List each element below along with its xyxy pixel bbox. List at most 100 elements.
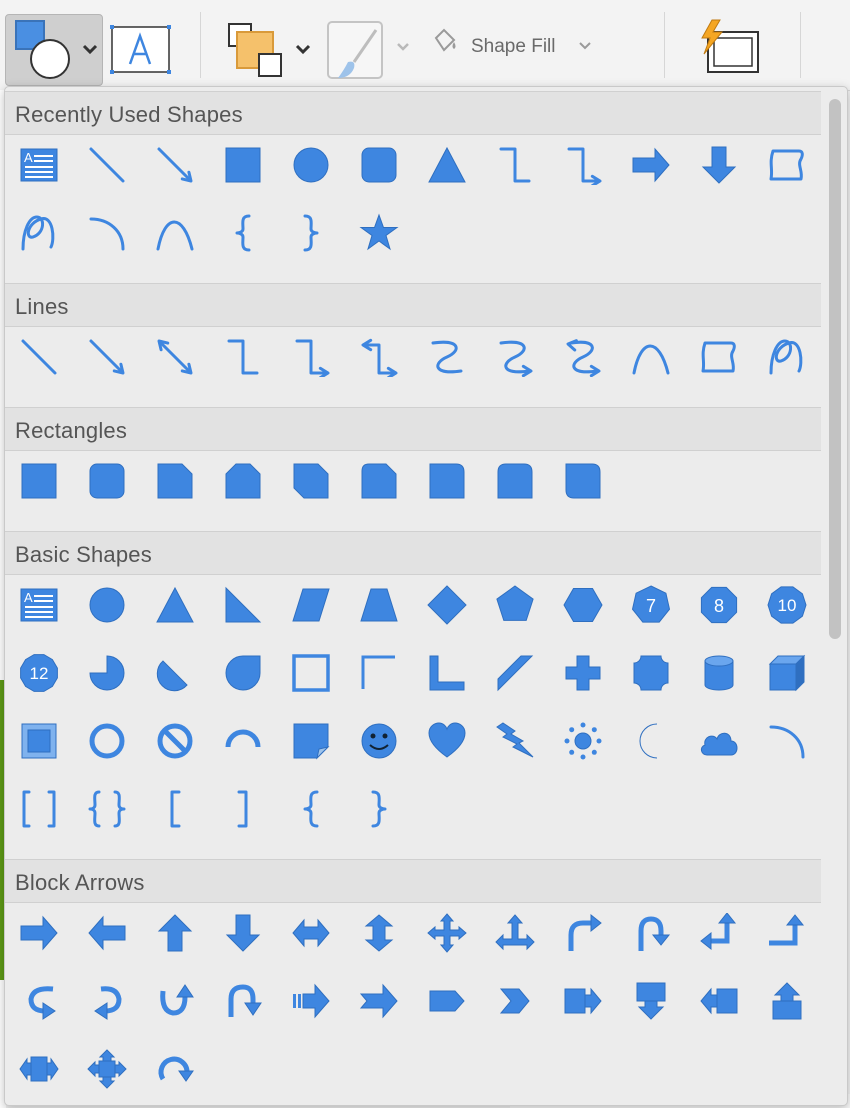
shape-text-box[interactable]: A — [19, 145, 59, 190]
shape-heptagon[interactable]: 7 — [631, 585, 671, 630]
shape-trapezoid[interactable] — [359, 585, 399, 630]
scrollbar-thumb[interactable] — [829, 99, 841, 639]
shape-curve[interactable] — [155, 213, 195, 258]
shape-chord[interactable] — [155, 653, 195, 698]
shape-cross[interactable] — [563, 653, 603, 698]
shape-down-arrow[interactable] — [223, 913, 263, 958]
shape-elbow-arrow-connector[interactable] — [291, 337, 331, 382]
shape-u-turn-arrow[interactable] — [631, 913, 671, 958]
shape-pentagon[interactable] — [495, 585, 535, 630]
shape-up-down-arrow[interactable] — [359, 913, 399, 958]
shape-triangle[interactable] — [155, 585, 195, 630]
shape-bevel[interactable] — [19, 721, 59, 766]
shape-up-arrow[interactable] — [155, 913, 195, 958]
shape-heart[interactable] — [427, 721, 467, 766]
shape-pentagon-arrow[interactable] — [427, 981, 467, 1026]
shape-plaque[interactable] — [631, 653, 671, 698]
shape-no-symbol[interactable] — [155, 721, 195, 766]
scrollbar[interactable] — [825, 93, 843, 1099]
text-box-button[interactable] — [110, 24, 172, 74]
shape-donut[interactable] — [87, 721, 127, 766]
shape-left-up-arrow[interactable] — [699, 912, 739, 958]
arrange-button[interactable] — [225, 20, 315, 80]
shape-snip-diagonal-corner-rectangle[interactable] — [291, 461, 331, 506]
shape-frame[interactable] — [291, 653, 331, 698]
shape-double-bracket[interactable] — [19, 789, 59, 834]
shape-oval[interactable] — [87, 585, 127, 630]
shape-notched-right-arrow[interactable] — [359, 981, 399, 1026]
shape-freeform[interactable] — [699, 337, 739, 382]
shape-quad-arrow-callout[interactable] — [87, 1049, 127, 1094]
shape-quad-arrow[interactable] — [427, 913, 467, 958]
shape-circular-arrow[interactable] — [155, 1049, 195, 1094]
shape-curve[interactable] — [631, 337, 671, 382]
shape-curved-up-arrow[interactable] — [155, 981, 195, 1026]
shape-text-box[interactable]: A — [19, 585, 59, 630]
shape-fill-label[interactable]: Shape Fill — [471, 36, 556, 58]
shape-curved-double-arrow-connector[interactable] — [563, 337, 603, 382]
shape-left-right-arrow[interactable] — [291, 913, 331, 958]
shape-right-brace[interactable] — [359, 789, 399, 834]
shape-up-arrow-callout[interactable] — [767, 981, 807, 1026]
shape-rounded-rectangle[interactable] — [359, 145, 399, 190]
shape-right-arrow-callout[interactable] — [563, 981, 603, 1026]
shape-octagon[interactable]: 8 — [699, 585, 739, 630]
shape-curved-left-arrow[interactable] — [87, 981, 127, 1026]
shape-moon[interactable] — [631, 721, 671, 766]
shape-striped-right-arrow[interactable] — [291, 981, 331, 1026]
shape-right-brace[interactable] — [291, 213, 331, 258]
shape-line[interactable] — [87, 145, 127, 190]
shape-oval[interactable] — [291, 145, 331, 190]
shape-right-triangle[interactable] — [223, 585, 263, 630]
shape-right-bracket[interactable] — [223, 789, 263, 834]
shape-round-single-corner-rectangle[interactable] — [427, 461, 467, 506]
chevron-down-icon[interactable] — [578, 40, 592, 52]
shape-right-arrow[interactable] — [19, 913, 59, 958]
shape-decagon[interactable]: 10 — [767, 585, 807, 630]
shape-round-same-side-corner-rectangle[interactable] — [495, 461, 535, 506]
shape-fill-button[interactable] — [430, 28, 464, 58]
shape-dodecagon[interactable]: 12 — [19, 653, 59, 698]
shape-half-frame[interactable] — [359, 653, 399, 698]
shape-scribble[interactable] — [767, 337, 807, 382]
shape-elbow-arrow-connector[interactable] — [563, 145, 603, 190]
shape-freeform[interactable] — [767, 145, 807, 190]
shape-rounded-rectangle[interactable] — [87, 461, 127, 506]
shape-line[interactable] — [19, 337, 59, 382]
shape-arrow-line[interactable] — [87, 337, 127, 382]
shape-left-brace[interactable] — [291, 789, 331, 834]
shape-parallelogram[interactable] — [291, 585, 331, 630]
shape-snip-round-rectangle[interactable] — [359, 461, 399, 506]
shape-pie[interactable] — [87, 653, 127, 698]
shape-elbow-double-arrow-connector[interactable] — [359, 337, 399, 382]
shape-down-arrow[interactable] — [699, 145, 739, 190]
shape-elbow-connector[interactable] — [223, 337, 263, 382]
shape-rectangle[interactable] — [19, 461, 59, 506]
shape-left-right-arrow-callout[interactable] — [19, 1049, 59, 1094]
format-painter-button[interactable] — [326, 20, 416, 82]
shape-scribble[interactable] — [19, 213, 59, 258]
shape-arrow-line[interactable] — [155, 145, 195, 190]
shape-cloud[interactable] — [699, 721, 739, 766]
shape-right-arrow[interactable] — [631, 145, 671, 190]
shape-curved-arrow-connector[interactable] — [495, 337, 535, 382]
shape-bent-up-arrow[interactable] — [767, 913, 807, 958]
shape-bent-arrow[interactable] — [563, 913, 603, 958]
shape-arc[interactable] — [87, 213, 127, 258]
shape-diamond[interactable] — [427, 585, 467, 630]
shape-snip-single-corner-rectangle[interactable] — [155, 461, 195, 506]
shape-smiley-face[interactable] — [359, 721, 399, 766]
shape-left-right-up-arrow[interactable] — [495, 913, 535, 958]
shape-snip-same-side-corner-rectangle[interactable] — [223, 461, 263, 506]
shape-left-brace[interactable] — [223, 213, 263, 258]
shape-chevron-arrow[interactable] — [495, 981, 535, 1026]
shape-double-brace[interactable] — [87, 789, 127, 834]
shape-can[interactable] — [699, 653, 739, 698]
shape-folded-corner[interactable] — [291, 721, 331, 766]
shape-round-diagonal-corner-rectangle[interactable] — [563, 461, 603, 506]
shape-lightning-bolt[interactable] — [495, 721, 535, 766]
shape-curved-connector[interactable] — [427, 337, 467, 382]
shape-curved-right-arrow[interactable] — [19, 981, 59, 1026]
shape-elbow-connector[interactable] — [495, 145, 535, 190]
shape-teardrop[interactable] — [223, 653, 263, 698]
